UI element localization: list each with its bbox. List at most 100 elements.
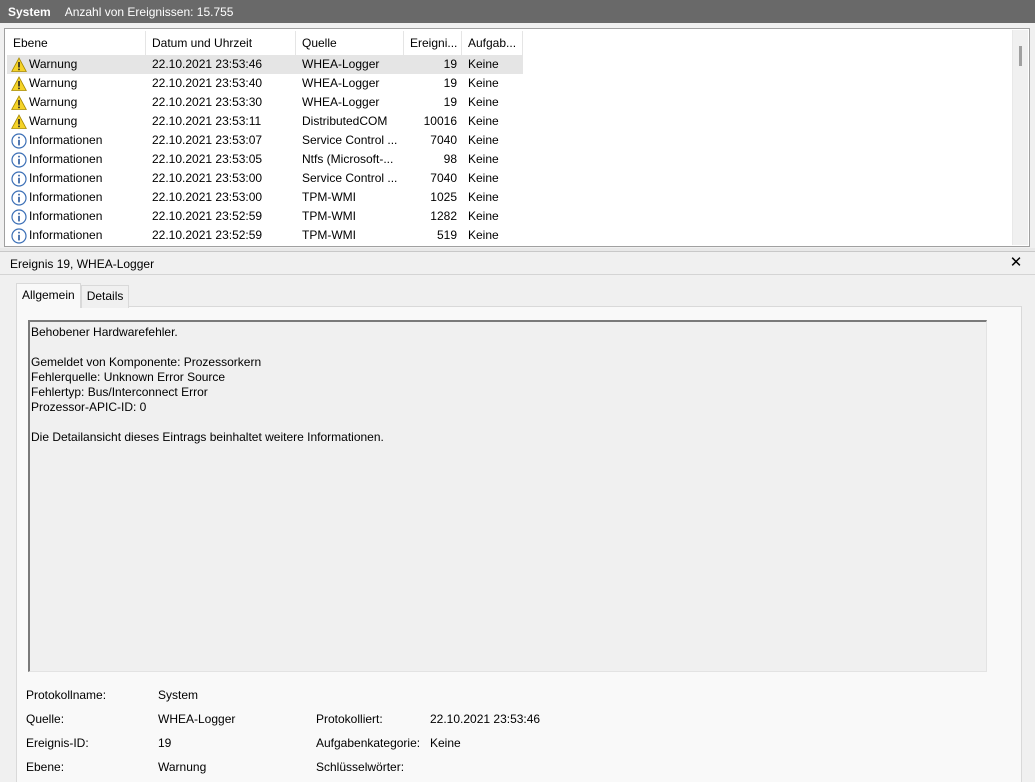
level-cell: Warnung xyxy=(7,55,146,74)
level-text: Informationen xyxy=(29,171,103,185)
task-cell: Keine xyxy=(468,190,499,204)
level-text: Informationen xyxy=(29,152,103,166)
prop-logged-label: Protokolliert: xyxy=(316,712,383,726)
info-icon xyxy=(11,132,27,149)
info-icon xyxy=(11,227,27,244)
prop-level-label: Ebene: xyxy=(26,760,65,774)
date-cell: 22.10.2021 23:53:07 xyxy=(152,133,263,147)
date-cell: 22.10.2021 23:53:05 xyxy=(152,152,263,166)
table-row[interactable]: Informationen 22.10.2021 23:53:00 TPM-WMI 1… xyxy=(7,188,523,207)
source-cell: WHEA-Logger xyxy=(302,95,380,109)
prop-taskcat-value: Keine xyxy=(430,736,461,750)
source-cell: Service Control ... xyxy=(302,133,398,147)
date-cell: 22.10.2021 23:52:59 xyxy=(152,228,263,242)
prop-level-value: Warnung xyxy=(158,760,207,774)
description-line: Fehlerquelle: Unknown Error Source xyxy=(31,370,226,384)
log-title: System xyxy=(8,4,51,19)
table-row[interactable]: Informationen 22.10.2021 23:52:59 TPM-WMI 1… xyxy=(7,207,523,226)
event-id-cell: 19 xyxy=(443,76,457,90)
event-id-cell: 98 xyxy=(443,152,457,166)
scrollbar-thumb[interactable] xyxy=(1019,46,1022,66)
table-row[interactable]: Informationen 22.10.2021 23:53:05 Ntfs (Mi… xyxy=(7,150,523,169)
prop-source-value: WHEA-Logger xyxy=(158,712,236,726)
description-line: Die Detailansicht dieses Eintrags beinha… xyxy=(31,430,384,444)
pane-splitter[interactable] xyxy=(0,248,1035,252)
column-header[interactable]: Ebene xyxy=(7,31,146,55)
prop-keywords-label: Schlüsselwörter: xyxy=(316,760,405,774)
column-header[interactable]: Quelle xyxy=(296,31,404,55)
event-id-cell: 19 xyxy=(443,95,457,109)
level-text: Warnung xyxy=(29,95,78,109)
table-row[interactable]: Warnung 22.10.2021 23:53:30 WHEA-Logger 19 K… xyxy=(7,93,523,112)
task-cell: Keine xyxy=(468,76,499,90)
date-cell: 22.10.2021 23:53:00 xyxy=(152,190,263,204)
prop-taskcat-label: Aufgabenkategorie: xyxy=(316,736,421,750)
event-list[interactable]: Ebene Datum und Uhrzeit Quelle Ereigni... Au… xyxy=(4,28,1030,247)
description-line: Gemeldet von Komponente: Prozessorkern xyxy=(31,355,262,369)
tab-details[interactable]: Details xyxy=(80,285,130,308)
table-row[interactable]: Informationen 22.10.2021 23:52:59 TPM-WMI 5… xyxy=(7,226,523,245)
source-cell: TPM-WMI xyxy=(302,190,356,204)
level-text: Warnung xyxy=(29,57,78,71)
level-cell: Warnung xyxy=(7,93,146,112)
date-cell: 22.10.2021 23:53:00 xyxy=(152,171,263,185)
date-cell: 22.10.2021 23:53:40 xyxy=(152,76,263,90)
level-cell: Informationen xyxy=(7,169,146,188)
tab-general[interactable]: Allgemein xyxy=(16,283,81,308)
level-text: Warnung xyxy=(29,114,78,128)
event-list-header: Ebene Datum und Uhrzeit Quelle Ereigni... Au… xyxy=(7,31,523,55)
task-cell: Keine xyxy=(468,209,499,223)
warning-icon xyxy=(11,75,27,92)
table-row[interactable]: Warnung 22.10.2021 23:53:46 WHEA-Logger 19 K… xyxy=(7,55,523,74)
task-cell: Keine xyxy=(468,228,499,242)
event-id-cell: 19 xyxy=(443,57,457,71)
warning-icon xyxy=(11,94,27,111)
task-cell: Keine xyxy=(468,171,499,185)
event-rows: Warnung 22.10.2021 23:53:46 WHEA-Logger 19 K… xyxy=(7,55,523,245)
close-icon[interactable]: ✕ xyxy=(1009,255,1023,271)
level-cell: Informationen xyxy=(7,226,146,245)
detail-tabs: Allgemein Details xyxy=(16,283,130,308)
warning-icon xyxy=(11,113,27,130)
task-cell: Keine xyxy=(468,152,499,166)
info-icon xyxy=(11,170,27,187)
table-row[interactable]: Warnung 22.10.2021 23:53:11 DistributedCOM… xyxy=(7,112,523,131)
level-cell: Informationen xyxy=(7,207,146,226)
description-line: Fehlertyp: Bus/Interconnect Error xyxy=(31,385,208,399)
level-cell: Informationen xyxy=(7,131,146,150)
description-line xyxy=(31,415,985,430)
level-text: Warnung xyxy=(29,76,78,90)
level-cell: Informationen xyxy=(7,150,146,169)
column-header[interactable]: Datum und Uhrzeit xyxy=(146,31,296,55)
level-text: Informationen xyxy=(29,190,103,204)
level-cell: Warnung xyxy=(7,112,146,131)
prop-logname-value: System xyxy=(158,688,199,702)
prop-logname-label: Protokollname: xyxy=(26,688,107,702)
source-cell: TPM-WMI xyxy=(302,228,356,242)
event-id-cell: 10016 xyxy=(423,114,457,128)
description-line xyxy=(31,340,985,355)
prop-logged-value: 22.10.2021 23:53:46 xyxy=(430,712,541,726)
event-id-cell: 7040 xyxy=(430,171,457,185)
warning-icon xyxy=(11,56,27,73)
event-id-cell: 1282 xyxy=(430,209,457,223)
table-row[interactable]: Warnung 22.10.2021 23:53:40 WHEA-Logger 19 K… xyxy=(7,74,523,93)
column-header[interactable]: Aufgab... xyxy=(462,31,523,55)
date-cell: 22.10.2021 23:53:46 xyxy=(152,57,263,71)
event-id-cell: 519 xyxy=(436,228,457,242)
level-text: Informationen xyxy=(29,133,103,147)
vertical-scrollbar[interactable] xyxy=(1012,30,1028,245)
task-cell: Keine xyxy=(468,114,499,128)
detail-title: Ereignis 19, WHEA-Logger xyxy=(10,256,155,271)
event-description[interactable]: Behobener Hardwarefehler. Gemeldet von Ko… xyxy=(28,320,987,672)
column-header[interactable]: Ereigni... xyxy=(404,31,462,55)
detail-header: Ereignis 19, WHEA-Logger xyxy=(0,253,1035,275)
date-cell: 22.10.2021 23:53:30 xyxy=(152,95,263,109)
level-cell: Warnung xyxy=(7,74,146,93)
event-count: Anzahl von Ereignissen: 15.755 xyxy=(64,4,234,19)
info-icon xyxy=(11,151,27,168)
table-row[interactable]: Informationen 22.10.2021 23:53:07 Service … xyxy=(7,131,523,150)
prop-eventid-value: 19 xyxy=(158,736,172,750)
table-row[interactable]: Informationen 22.10.2021 23:53:00 Service … xyxy=(7,169,523,188)
info-icon xyxy=(11,189,27,206)
